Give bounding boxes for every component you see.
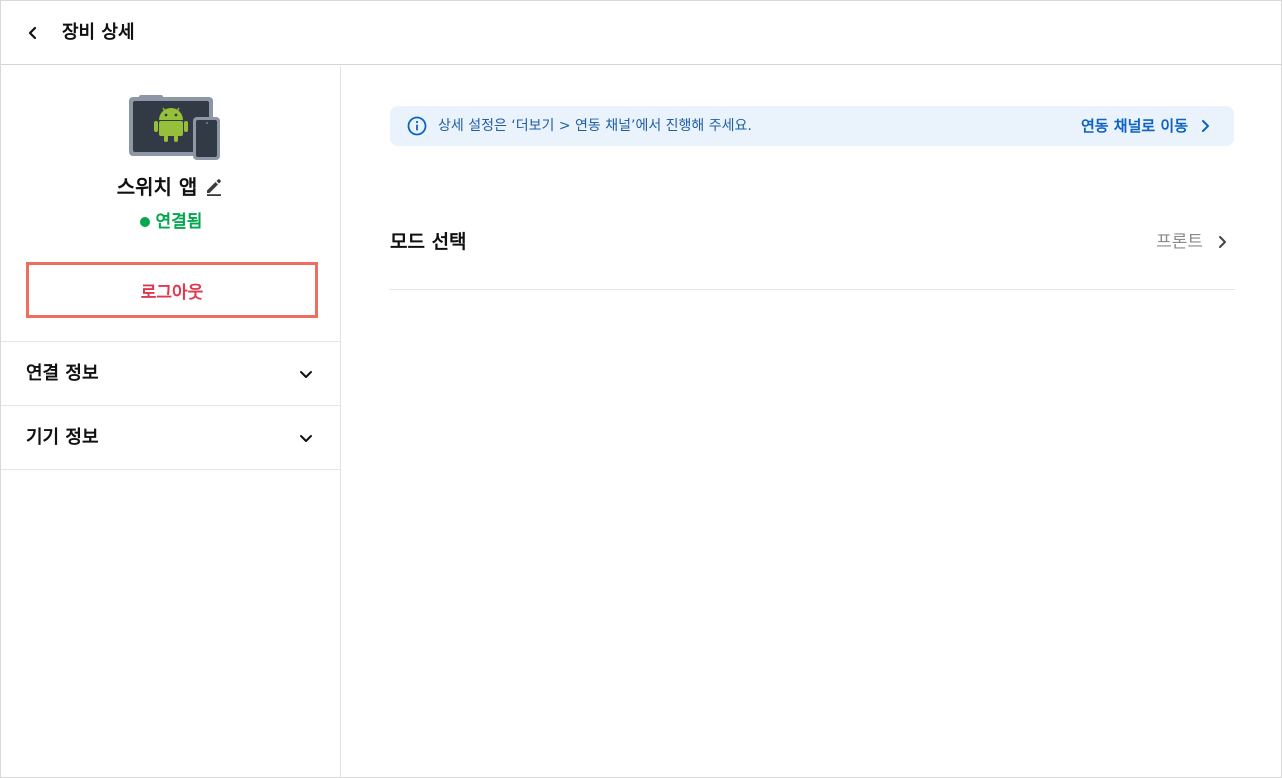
info-icon bbox=[407, 116, 427, 136]
main-content: 상세 설정은 ‘더보기 > 연동 채널’에서 진행해 주세요. 연동 채널로 이… bbox=[342, 66, 1281, 778]
status-text: 연결됨 bbox=[155, 212, 203, 232]
page-header: 장비 상세 bbox=[1, 1, 1281, 65]
device-sidebar: 스위치 앱 연결됨 로그아웃 연결 정보 기기 정보 bbox=[1, 66, 341, 778]
info-banner: 상세 설정은 ‘더보기 > 연동 채널’에서 진행해 주세요. 연동 채널로 이… bbox=[390, 106, 1234, 146]
chevron-right-icon bbox=[1202, 120, 1209, 132]
accordion-label: 연결 정보 bbox=[26, 362, 99, 384]
accordion-device-info[interactable]: 기기 정보 bbox=[1, 405, 341, 470]
mode-select-label: 모드 선택 bbox=[390, 231, 467, 253]
mode-select-value: 프론트 bbox=[1156, 232, 1203, 252]
status-dot bbox=[139, 217, 150, 227]
android-tablet-phone-icon bbox=[129, 95, 221, 161]
pencil-icon bbox=[207, 179, 222, 196]
device-name-row: 스위치 앱 bbox=[1, 174, 341, 200]
mode-select-value-wrap: 프론트 bbox=[1156, 230, 1229, 254]
accordion-connection-info[interactable]: 연결 정보 bbox=[1, 341, 341, 405]
logout-label: 로그아웃 bbox=[140, 282, 204, 303]
connection-status: 연결됨 bbox=[1, 211, 341, 233]
chevron-down-icon bbox=[295, 427, 317, 449]
mode-select-row[interactable]: 모드 선택 프론트 bbox=[390, 206, 1235, 290]
chevron-down-icon bbox=[295, 363, 317, 385]
chevron-left-icon bbox=[28, 26, 37, 40]
go-to-channel-label: 연동 채널로 이동 bbox=[1080, 117, 1188, 135]
app-window: 장비 상세 스위치 앱 연결됨 로그아웃 연결 정보 기기 정보 상세 설정은 … bbox=[0, 0, 1282, 778]
accordion-label: 기기 정보 bbox=[26, 426, 99, 448]
device-name: 스위치 앱 bbox=[116, 175, 198, 199]
back-button[interactable] bbox=[21, 21, 45, 45]
go-to-channel-link[interactable]: 연동 채널로 이동 bbox=[1081, 116, 1212, 136]
info-banner-text: 상세 설정은 ‘더보기 > 연동 채널’에서 진행해 주세요. bbox=[438, 118, 752, 134]
page-title: 장비 상세 bbox=[62, 22, 135, 43]
edit-name-button[interactable] bbox=[203, 175, 225, 197]
logout-button[interactable]: 로그아웃 bbox=[26, 262, 318, 318]
chevron-right-icon bbox=[1219, 236, 1226, 248]
